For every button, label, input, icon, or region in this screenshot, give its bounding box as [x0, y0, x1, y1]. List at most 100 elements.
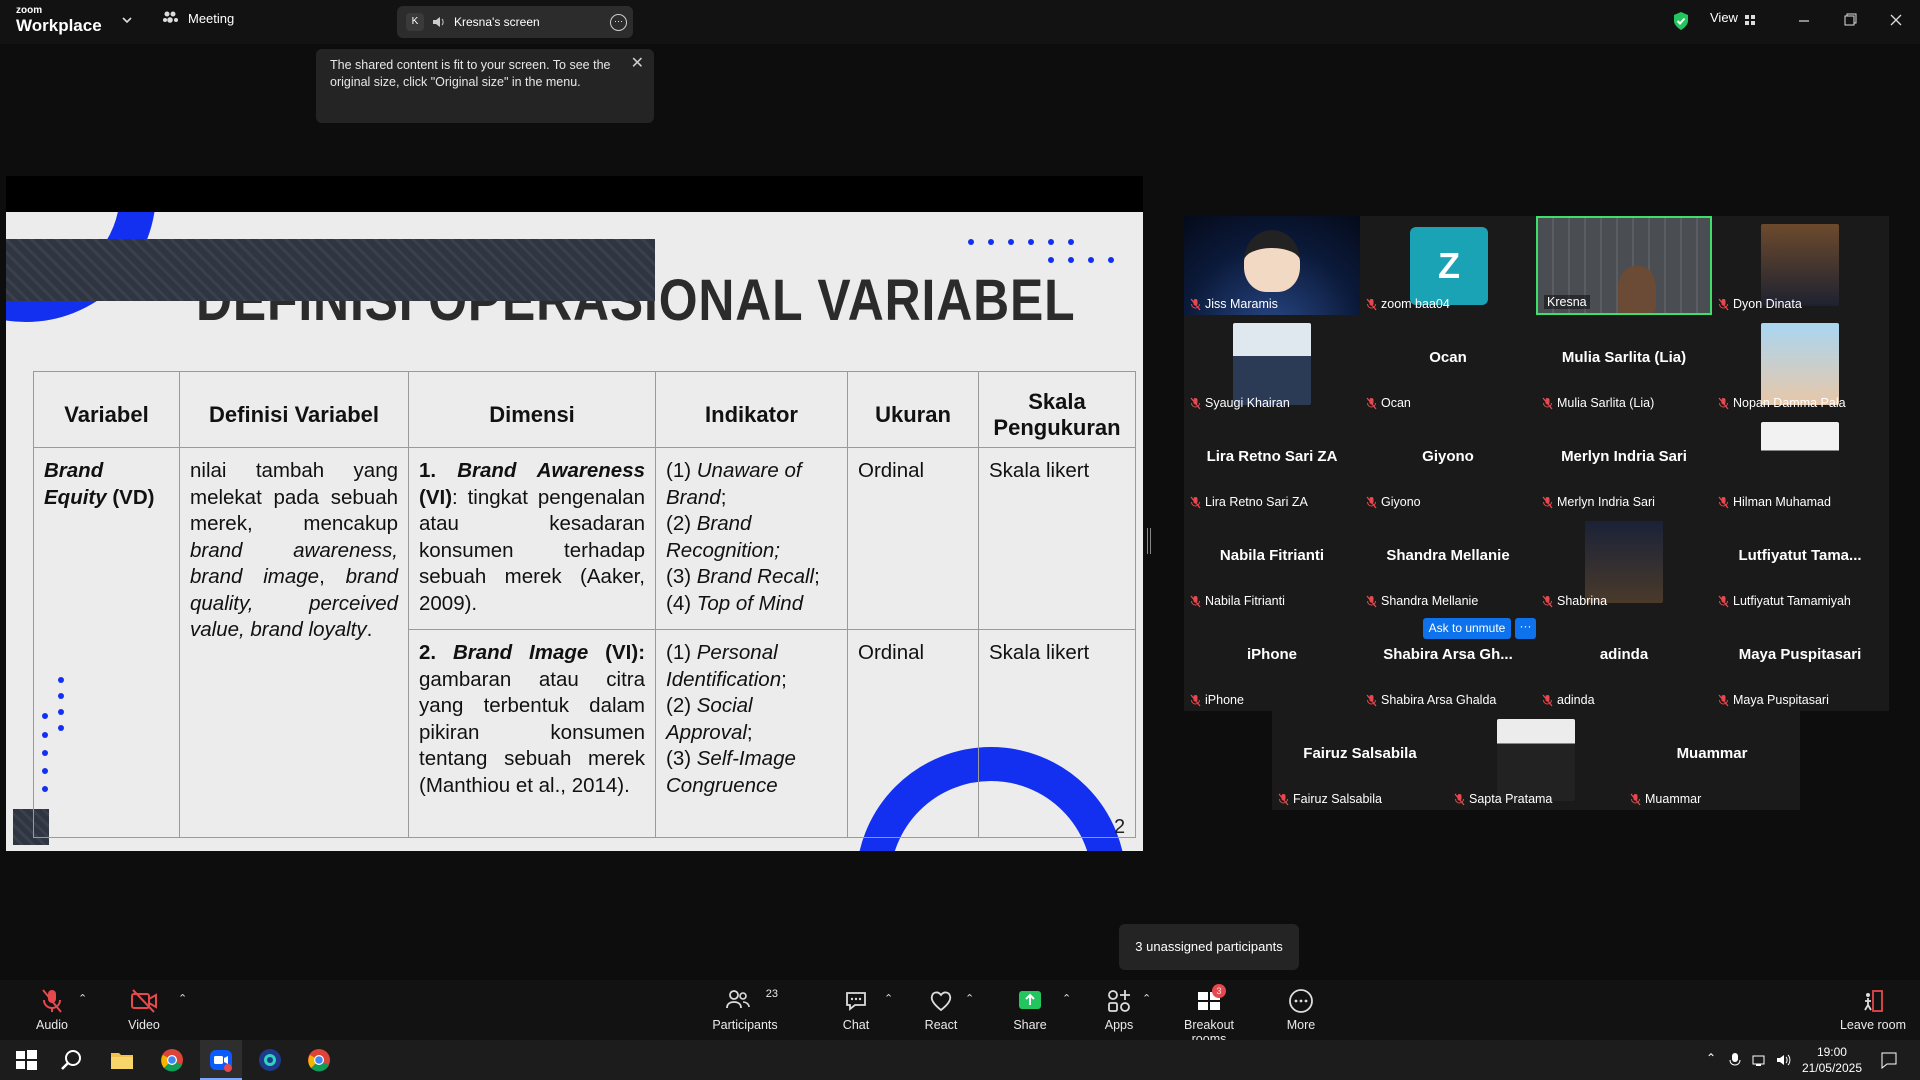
- participant-gallery: Jiss Maramis Z zoom baa04 Kresna Dyon Di…: [1184, 216, 1889, 711]
- participant-tile[interactable]: Muammar Muammar: [1624, 711, 1800, 810]
- participant-tile-active-speaker[interactable]: Kresna: [1536, 216, 1712, 315]
- mic-muted-icon: [1190, 496, 1201, 509]
- column-header: Variabel: [33, 371, 180, 448]
- participant-tile[interactable]: Fairuz Salsabila Fairuz Salsabila: [1272, 711, 1448, 810]
- chevron-up-icon[interactable]: ⌃: [178, 992, 187, 1005]
- participant-tile[interactable]: Syaugi Khairan: [1184, 315, 1360, 414]
- participant-name: zoom baa04: [1381, 297, 1450, 311]
- view-button[interactable]: View: [1710, 10, 1738, 25]
- leave-room-button[interactable]: Leave room: [1838, 988, 1908, 1032]
- participant-gallery-row: Fairuz Salsabila Fairuz Salsabila Sapta …: [1272, 711, 1800, 810]
- minimize-icon[interactable]: [1797, 14, 1811, 28]
- chevron-up-icon[interactable]: ⌃: [78, 992, 87, 1005]
- participant-tile[interactable]: Ocan Ocan: [1360, 315, 1536, 414]
- table-cell-variabel: Brand Equity (VD): [33, 447, 180, 838]
- zoom-workplace-logo[interactable]: zoom Workplace: [16, 6, 102, 35]
- chevron-up-icon[interactable]: ⌃: [1706, 1051, 1716, 1065]
- participant-tile[interactable]: Lutfiyatut Tama... Lutfiyatut Tamamiyah: [1712, 513, 1888, 612]
- participant-tile[interactable]: Dyon Dinata: [1712, 216, 1888, 315]
- network-icon[interactable]: [1752, 1052, 1768, 1068]
- participant-tile[interactable]: adinda adinda: [1536, 612, 1712, 711]
- chevron-up-icon[interactable]: ⌃: [1062, 992, 1071, 1005]
- chat-label: Chat: [842, 1018, 870, 1032]
- tooltip-text: The shared content is fit to your screen…: [330, 58, 611, 89]
- mic-muted-icon: [1542, 694, 1553, 707]
- participant-tile[interactable]: iPhone iPhone: [1184, 612, 1360, 711]
- react-button[interactable]: React: [924, 988, 958, 1032]
- meeting-toolbar: Audio ⌃ Video ⌃ 23 Participants Chat ⌃ R…: [0, 980, 1920, 1046]
- participant-tile[interactable]: Sapta Pratama: [1448, 711, 1624, 810]
- ask-to-unmute-button[interactable]: Ask to unmute: [1423, 618, 1511, 639]
- video-button[interactable]: Video: [126, 988, 162, 1032]
- split-resize-handle[interactable]: [1147, 528, 1151, 554]
- participant-display-name: iPhone: [1246, 646, 1297, 663]
- participant-display-name: Maya Puspitasari: [1738, 646, 1862, 663]
- participant-name: Shabira Arsa Ghalda: [1381, 693, 1497, 707]
- search-icon[interactable]: [58, 1046, 86, 1074]
- participant-name: Sapta Pratama: [1469, 792, 1553, 806]
- participant-tile[interactable]: Hilman Muhamad: [1712, 414, 1888, 513]
- participant-tile[interactable]: Mulia Sarlita (Lia) Mulia Sarlita (Lia): [1536, 315, 1712, 414]
- chevron-up-icon[interactable]: ⌃: [1142, 992, 1151, 1005]
- chat-button[interactable]: Chat: [840, 988, 872, 1032]
- participant-tile[interactable]: Merlyn Indria Sari Merlyn Indria Sari: [1536, 414, 1712, 513]
- chrome-icon[interactable]: [305, 1046, 333, 1074]
- table-cell-dimensi: 1. Brand Awareness (VI): tingkat pengena…: [408, 447, 656, 630]
- share-options-icon[interactable]: ···: [610, 14, 627, 31]
- chevron-up-icon[interactable]: ⌃: [965, 992, 974, 1005]
- decorative-dot: [1048, 239, 1054, 245]
- participant-tile[interactable]: Nopan Damma Pala: [1712, 315, 1888, 414]
- mic-muted-icon: [1718, 298, 1729, 311]
- table-cell-dimensi: 2. Brand Image (VI): gambaran atau citra…: [408, 629, 656, 838]
- share-button[interactable]: Share: [1013, 988, 1047, 1032]
- breakout-badge: 3: [1212, 984, 1226, 998]
- participant-tile[interactable]: Shandra Mellanie Shandra Mellanie: [1360, 513, 1536, 612]
- participant-more-button[interactable]: ···: [1515, 618, 1536, 639]
- table-header-row: Variabel Definisi Variabel Dimensi Indik…: [33, 371, 1136, 448]
- table-cell-indikator: (1) Personal Identification; (2) Social …: [655, 629, 848, 838]
- close-icon[interactable]: [1889, 13, 1903, 27]
- participant-tile[interactable]: Giyono Giyono: [1360, 414, 1536, 513]
- mic-icon[interactable]: [1728, 1052, 1742, 1068]
- sharer-avatar: K: [406, 13, 424, 31]
- mic-muted-icon: [1718, 595, 1729, 608]
- table-cell-ukuran: Ordinal: [847, 447, 979, 630]
- table-cell-indikator: (1) Unaware of Brand; (2) Brand Recognit…: [655, 447, 848, 630]
- slide-page-number: 2: [1114, 816, 1126, 838]
- file-explorer-icon[interactable]: [108, 1046, 136, 1074]
- notifications-icon[interactable]: [1880, 1051, 1898, 1069]
- chrome-icon[interactable]: [158, 1046, 186, 1074]
- column-header: Ukuran: [847, 371, 979, 448]
- chevron-up-icon[interactable]: ⌃: [884, 992, 893, 1005]
- participant-tile[interactable]: Shabrina: [1536, 513, 1712, 612]
- mic-muted-icon: [1190, 595, 1201, 608]
- chevron-down-icon[interactable]: [120, 13, 134, 27]
- shared-screen-pill[interactable]: K Kresna's screen ···: [397, 6, 633, 38]
- shield-icon[interactable]: [1672, 11, 1690, 31]
- breakout-rooms-button[interactable]: 3 Breakout rooms: [1166, 984, 1252, 1046]
- audio-button[interactable]: Audio: [34, 988, 70, 1032]
- participant-tile[interactable]: Z zoom baa04: [1360, 216, 1536, 315]
- meeting-info-button[interactable]: Meeting: [162, 10, 234, 26]
- participant-tile[interactable]: Jiss Maramis: [1184, 216, 1360, 315]
- apps-button[interactable]: Apps: [1104, 988, 1134, 1032]
- windows-start-icon[interactable]: [12, 1046, 40, 1074]
- column-header: Indikator: [655, 371, 848, 448]
- participants-button[interactable]: 23 Participants: [712, 988, 778, 1032]
- zoom-taskbar-item[interactable]: [200, 1040, 242, 1080]
- maximize-icon[interactable]: [1843, 13, 1857, 27]
- mic-muted-icon: [42, 989, 62, 1013]
- grid-view-icon[interactable]: [1744, 14, 1756, 26]
- more-button[interactable]: More: [1286, 988, 1316, 1032]
- table-cell-skala: Skala likert: [978, 629, 1136, 838]
- participant-tile[interactable]: Lira Retno Sari ZA Lira Retno Sari ZA: [1184, 414, 1360, 513]
- system-clock[interactable]: 19:00 21/05/2025: [1802, 1044, 1862, 1076]
- edge-icon[interactable]: [256, 1046, 284, 1074]
- close-icon[interactable]: ✕: [631, 55, 644, 72]
- avatar: [1761, 323, 1839, 405]
- mic-muted-icon: [1190, 298, 1201, 311]
- participant-display-name: Mulia Sarlita (Lia): [1561, 349, 1687, 366]
- participant-tile[interactable]: Maya Puspitasari Maya Puspitasari: [1712, 612, 1888, 711]
- participant-tile[interactable]: Nabila Fitrianti Nabila Fitrianti: [1184, 513, 1360, 612]
- volume-icon[interactable]: [1776, 1052, 1792, 1068]
